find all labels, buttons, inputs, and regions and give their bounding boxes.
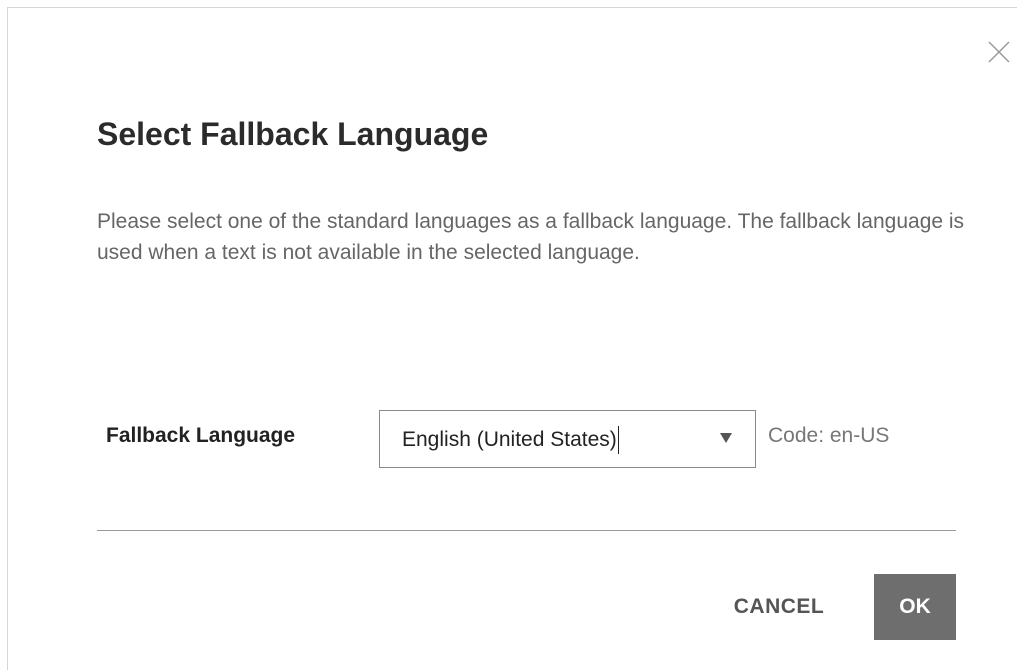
triangle-down-icon[interactable]: [720, 433, 732, 443]
selected-language-text: English (United States): [402, 428, 617, 451]
dialog-description: Please select one of the standard langua…: [97, 210, 965, 264]
cancel-button[interactable]: CANCEL: [710, 574, 848, 640]
selected-language: English (United States): [402, 426, 619, 454]
dialog-title: Select Fallback Language: [97, 116, 489, 152]
fallback-language-dialog: Select Fallback Language Please select o…: [7, 7, 1017, 670]
close-icon[interactable]: [987, 40, 1011, 64]
language-code: Code: en-US: [768, 424, 890, 447]
fallback-language-label: Fallback Language: [106, 424, 296, 447]
divider: [97, 530, 956, 531]
text-cursor: [617, 426, 619, 454]
ok-button[interactable]: OK: [874, 574, 956, 640]
fallback-language-select[interactable]: English (United States): [379, 410, 756, 468]
